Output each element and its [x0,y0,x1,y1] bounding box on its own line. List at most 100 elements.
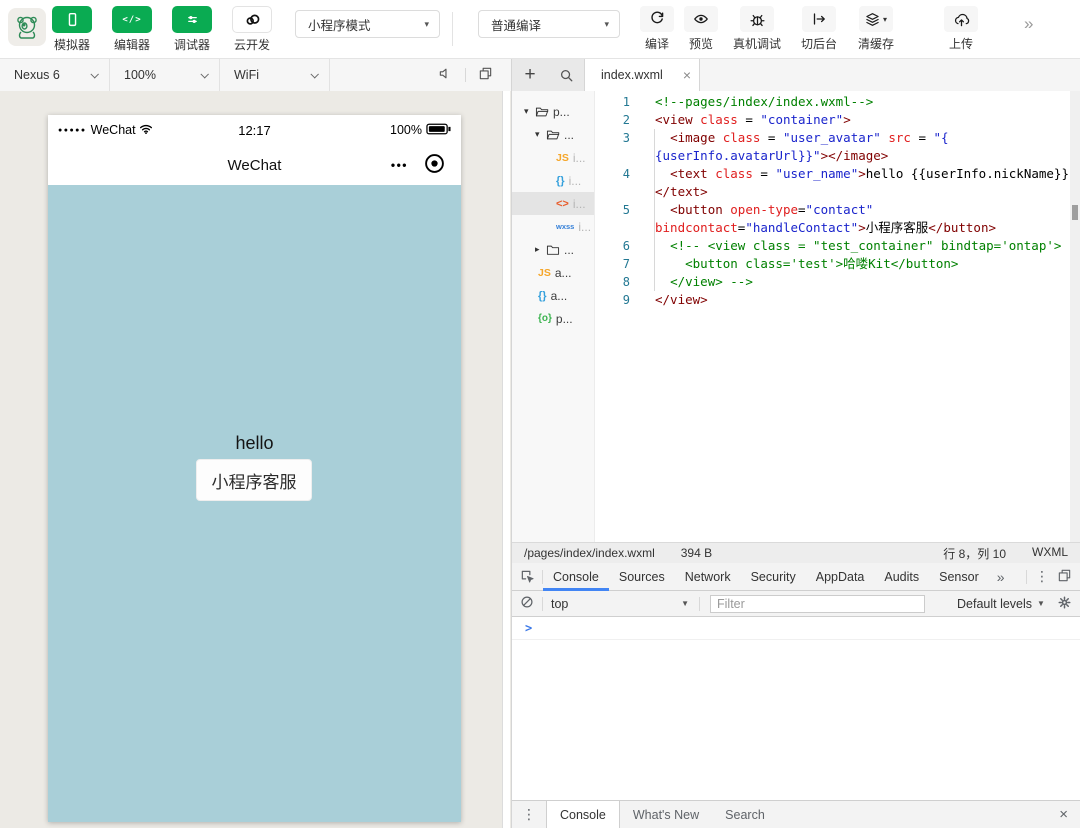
tree-item-label: a... [551,289,568,303]
dock-window-icon[interactable] [1057,568,1072,586]
code-token: "container" [760,112,843,127]
tree-item-label: i... [569,174,582,188]
inspect-icon[interactable] [512,569,542,584]
console-output[interactable]: > [512,617,1080,800]
code-token: = [760,130,783,145]
devtools-tab-audits[interactable]: Audits [874,563,929,591]
console-filter-input[interactable] [710,595,925,613]
search-icon[interactable] [548,59,584,91]
console-prompt-row[interactable]: > [512,617,1080,640]
action-bug[interactable]: 真机调试 [723,6,791,52]
tree-item[interactable]: JSi... [512,146,594,169]
code-editor[interactable]: 1<!--pages/index/index.wxml-->2<view cla… [596,91,1080,542]
close-icon[interactable]: × [683,68,691,82]
panel-toggle-button[interactable]: </>编辑器 [112,6,152,53]
action-eye[interactable]: 预览 [679,6,723,52]
code-line[interactable]: 5 <button open-type="contact" [596,201,1080,219]
devtools-tab-sources[interactable]: Sources [609,563,675,591]
code-line[interactable]: bindcontact="handleContact">小程序客服</butto… [596,219,1080,237]
devtools-tab-security[interactable]: Security [741,563,806,591]
cloud-dev-button[interactable]: 云开发 [232,6,272,53]
mode-select[interactable]: 小程序模式 ▾ [295,10,440,38]
caret-down-icon[interactable]: ▾ [524,106,535,117]
toolbar-overflow-button[interactable]: » [1024,14,1031,34]
editor-scrollbar-thumb[interactable] [1072,205,1078,220]
tree-item[interactable]: {}a... [512,284,594,307]
zoom-select[interactable]: 100% [110,59,220,91]
line-number: 8 [596,273,630,291]
tree-item[interactable]: ▾p... [512,100,594,123]
close-icon[interactable]: × [1047,801,1080,828]
main-toolbar: 模拟器 </>编辑器调试器云开发 小程序模式 ▾ 普通编译 ▾ 编译预览真机调试切… [0,0,1080,59]
code-token: open-type [730,202,798,217]
code-line[interactable]: 3 <image class = "user_avatar" src = "{ [596,129,1080,147]
action-label: 编译 [645,35,669,52]
code-line[interactable]: 8 </view> --> [596,273,1080,291]
network-select[interactable]: WiFi [220,59,330,91]
tree-item[interactable]: <>i... [512,192,594,215]
tree-item[interactable]: {o}p... [512,307,594,330]
mute-icon[interactable] [438,66,453,84]
tree-item[interactable]: {}i... [512,169,594,192]
panel-toggle-button[interactable]: 模拟器 [52,6,92,53]
code-line[interactable]: 1<!--pages/index/index.wxml--> [596,93,1080,111]
gear-icon[interactable] [1057,595,1072,613]
kebab-menu-icon[interactable]: ⋮ [512,801,546,828]
devtools-tab-console[interactable]: Console [543,563,609,591]
toolbar-actions: 编译预览真机调试切后台▾清缓存上传 [635,6,989,52]
tree-item[interactable]: ▾... [512,123,594,146]
more-dots-icon[interactable]: ••• [391,158,408,172]
tree-item-label: i... [573,151,586,165]
action-refresh[interactable]: 编译 [635,6,679,52]
console-prompt-chevron: > [525,621,532,635]
divider [1026,570,1027,584]
clear-console-icon[interactable] [520,595,534,612]
caret-down-icon[interactable]: ▾ [535,129,546,140]
tree-item[interactable]: JSa... [512,261,594,284]
log-levels-select[interactable]: Default levels ▼ [957,597,1045,611]
kebab-menu-icon[interactable]: ⋮ [1035,568,1049,585]
device-select[interactable]: Nexus 6 [0,59,110,91]
new-tab-button[interactable]: + [512,59,548,91]
tree-item[interactable]: wxssi... [512,215,594,238]
language-mode[interactable]: WXML [1032,545,1068,562]
code-line[interactable]: 2<view class = "container"> [596,111,1080,129]
editor-scrollbar[interactable] [1070,91,1080,542]
code-line[interactable]: {userInfo.avatarUrl}}"></image> [596,147,1080,165]
code-line[interactable]: 6 <!-- <view class = "test_container" bi… [596,237,1080,255]
dock-window-icon[interactable] [478,66,493,84]
code-line[interactable]: 7 <button class='test'>哈喽Kit</button> [596,255,1080,273]
code-token: ></image> [821,148,889,163]
contact-service-button[interactable]: 小程序客服 [196,459,312,501]
caret-right-icon[interactable]: ▸ [535,244,546,255]
editor-tab-strip: + index.wxml × [512,59,1080,91]
network-select-value: WiFi [234,68,259,82]
devtools-tab-sensor[interactable]: Sensor [929,563,989,591]
devtools-tab-network[interactable]: Network [675,563,741,591]
action-label: 清缓存 [858,35,894,52]
action-layers[interactable]: ▾清缓存 [847,6,905,52]
chevron-double-right-icon[interactable]: » [991,569,1009,585]
drawer-tab-search[interactable]: Search [712,801,778,828]
context-select[interactable]: top ▼ [551,597,699,611]
code-line[interactable]: 4 <text class = "user_name">hello {{user… [596,165,1080,183]
main-area: ●●●●● WeChat 12:17 100% WeChat ••• [0,91,1080,828]
drawer-tab-what-s-new[interactable]: What's New [620,801,712,828]
devtools-tab-appdata[interactable]: AppData [806,563,875,591]
code-line[interactable]: </text> [596,183,1080,201]
code-line[interactable]: 9</view> [596,291,1080,309]
target-icon[interactable] [424,153,445,178]
action-background[interactable]: 切后台 [791,6,847,52]
divider [465,68,466,82]
tab-index-wxml[interactable]: index.wxml × [584,59,700,91]
code-token: "user_avatar" [783,130,881,145]
tree-item[interactable]: ▸... [512,238,594,261]
line-number: 1 [596,93,630,111]
panel-toggle-button[interactable]: 调试器 [172,6,212,53]
compile-mode-select[interactable]: 普通编译 ▾ [478,10,620,38]
action-upload[interactable]: 上传 [933,6,989,52]
simulator-scrollbar[interactable] [502,91,510,828]
cursor-position: 行 8，列 10 [943,545,1006,562]
wxss-file-icon: wxss [556,222,574,231]
drawer-tab-console[interactable]: Console [546,801,620,828]
